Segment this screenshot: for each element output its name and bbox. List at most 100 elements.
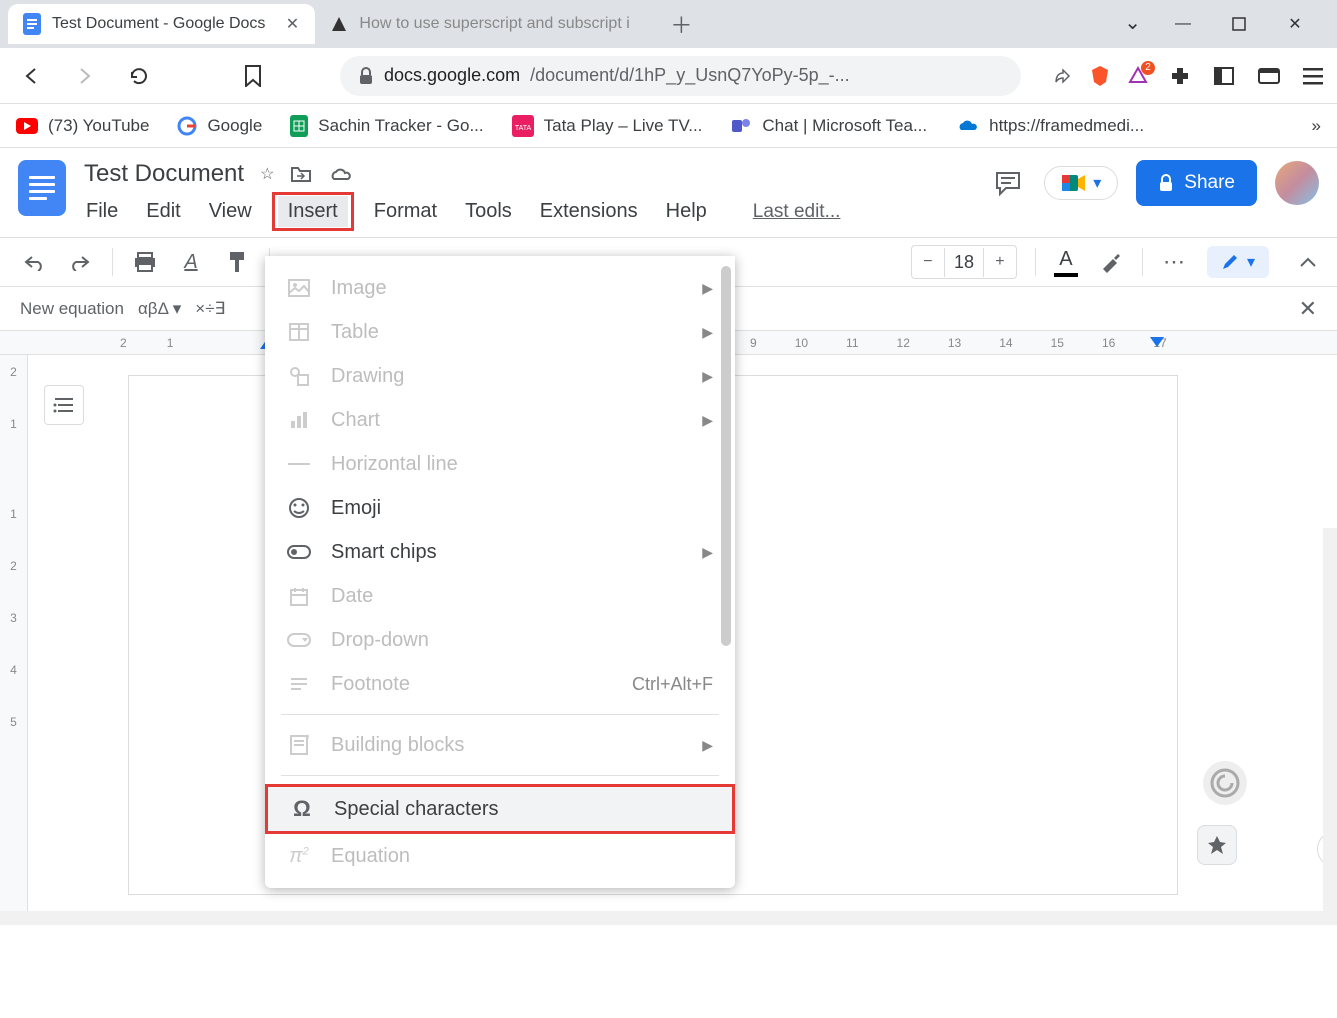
svg-text:TATA: TATA xyxy=(514,125,531,132)
menu-tools[interactable]: Tools xyxy=(463,196,514,227)
brave-shields-icon[interactable] xyxy=(1089,64,1111,88)
bookmark-onedrive[interactable]: https://framedmedi... xyxy=(955,116,1144,136)
collapse-toolbar-icon[interactable] xyxy=(1299,256,1317,268)
menu-item-special-characters[interactable]: ΩSpecial characters xyxy=(265,784,735,834)
date-icon xyxy=(287,584,311,608)
menu-item-emoji[interactable]: Emoji xyxy=(265,486,735,530)
bookmarks-overflow-icon[interactable]: » xyxy=(1312,116,1321,136)
menu-format[interactable]: Format xyxy=(372,196,439,227)
menu-view[interactable]: View xyxy=(207,196,254,227)
maximize-button[interactable] xyxy=(1225,10,1253,38)
bookmark-google[interactable]: Google xyxy=(177,116,262,136)
tab-title: How to use superscript and subscript i xyxy=(359,15,629,33)
menu-shortcut: Ctrl+Alt+F xyxy=(632,674,713,695)
browser-tab-active[interactable]: Test Document - Google Docs ✕ xyxy=(8,4,315,44)
font-size-increase[interactable]: + xyxy=(984,246,1016,278)
menu-item-label: Equation xyxy=(331,845,410,868)
chips-icon xyxy=(287,540,311,564)
menu-item-drawing: Drawing▶ xyxy=(265,354,735,398)
menu-file[interactable]: File xyxy=(84,196,120,227)
extensions-icon[interactable] xyxy=(1169,65,1191,87)
move-folder-icon[interactable] xyxy=(290,165,312,183)
browser-tab[interactable]: How to use superscript and subscript i xyxy=(315,4,655,44)
vertical-scrollbar[interactable] xyxy=(1323,528,1337,911)
submenu-arrow-icon: ▶ xyxy=(702,280,713,297)
youtube-icon xyxy=(16,118,38,134)
brave-rewards-icon[interactable]: 2 xyxy=(1127,65,1149,87)
chevron-down-icon: ▾ xyxy=(1247,252,1255,272)
menu-item-horizontal-line: Horizontal line xyxy=(265,442,735,486)
blocks-icon: + xyxy=(287,733,311,757)
bookmark-tata[interactable]: TATATata Play – Live TV... xyxy=(512,115,703,137)
forward-button[interactable] xyxy=(68,59,102,93)
share-url-icon[interactable] xyxy=(1053,66,1073,86)
footnote-icon xyxy=(287,672,311,696)
ruler-right-marker[interactable] xyxy=(1150,337,1164,347)
bookmark-icon[interactable] xyxy=(236,59,270,93)
image-icon xyxy=(287,276,311,300)
bookmark-youtube[interactable]: (73) YouTube xyxy=(16,116,149,136)
bookmark-sheets[interactable]: Sachin Tracker - Go... xyxy=(290,115,483,137)
more-toolbar-icon[interactable]: ⋯ xyxy=(1161,248,1189,276)
share-button[interactable]: Share xyxy=(1136,160,1257,206)
highlight-icon[interactable] xyxy=(1096,248,1124,276)
window-close-button[interactable]: ✕ xyxy=(1281,10,1309,38)
close-equation-bar-icon[interactable]: ✕ xyxy=(1299,296,1317,322)
greek-letters-button[interactable]: αβΔ ▾ xyxy=(138,299,181,319)
menu-item-smart-chips[interactable]: Smart chips▶ xyxy=(265,530,735,574)
new-equation-button[interactable]: New equation xyxy=(20,299,124,319)
meet-button[interactable]: ▾ xyxy=(1044,166,1118,200)
menu-separator xyxy=(281,775,719,776)
menu-item-drop-down: Drop-down xyxy=(265,618,735,662)
font-size-value[interactable]: 18 xyxy=(944,248,984,277)
minimize-button[interactable]: — xyxy=(1169,10,1197,38)
menu-item-chart: Chart▶ xyxy=(265,398,735,442)
docs-logo-icon[interactable] xyxy=(18,160,66,216)
account-avatar[interactable] xyxy=(1275,161,1319,205)
drawing-icon xyxy=(287,364,311,388)
paint-format-icon[interactable] xyxy=(223,248,251,276)
close-icon[interactable]: ✕ xyxy=(283,15,301,33)
spellcheck-icon[interactable]: A xyxy=(177,248,205,276)
editing-mode-button[interactable]: ▾ xyxy=(1207,246,1269,278)
omega-icon: Ω xyxy=(290,797,314,821)
cloud-status-icon[interactable] xyxy=(328,165,352,183)
font-size-decrease[interactable]: − xyxy=(912,246,944,278)
menu-help[interactable]: Help xyxy=(664,196,709,227)
horizontal-scrollbar[interactable] xyxy=(0,911,1337,925)
print-icon[interactable] xyxy=(131,248,159,276)
document-title[interactable]: Test Document xyxy=(84,160,244,188)
last-edit-link[interactable]: Last edit... xyxy=(753,201,841,223)
vertical-ruler[interactable]: 2112345 xyxy=(0,355,28,925)
chevron-down-icon[interactable]: ⌄ xyxy=(1124,10,1141,38)
redo-icon[interactable] xyxy=(66,248,94,276)
menu-item-date: Date xyxy=(265,574,735,618)
new-tab-button[interactable]: ＋ xyxy=(665,8,697,40)
svg-text:+: + xyxy=(306,734,309,743)
address-bar[interactable]: docs.google.com/document/d/1hP_y_UsnQ7Yo… xyxy=(340,56,1021,96)
menu-item-label: Date xyxy=(331,585,373,608)
math-ops-button[interactable]: ×÷∃ xyxy=(195,299,225,319)
menu-extensions[interactable]: Extensions xyxy=(538,196,640,227)
undo-icon[interactable] xyxy=(20,248,48,276)
reload-button[interactable] xyxy=(122,59,156,93)
menu-icon[interactable] xyxy=(1303,67,1323,85)
submenu-arrow-icon: ▶ xyxy=(702,544,713,561)
menu-insert[interactable]: Insert xyxy=(278,196,348,227)
menu-item-label: Drop-down xyxy=(331,629,429,652)
sidepanel-icon[interactable] xyxy=(1213,65,1235,87)
explore-button[interactable] xyxy=(1197,825,1237,865)
menu-edit[interactable]: Edit xyxy=(144,196,182,227)
grammarly-icon[interactable] xyxy=(1203,761,1247,805)
chevron-down-icon: ▾ xyxy=(1093,173,1101,193)
menu-item-footnote: FootnoteCtrl+Alt+F xyxy=(265,662,735,706)
menu-item-label: Horizontal line xyxy=(331,453,458,476)
outline-toggle-button[interactable] xyxy=(44,385,84,425)
back-button[interactable] xyxy=(14,59,48,93)
menu-item-label: Chart xyxy=(331,409,380,432)
text-color-button[interactable]: A xyxy=(1054,248,1078,277)
wallet-icon[interactable] xyxy=(1257,66,1281,86)
comments-icon[interactable] xyxy=(990,165,1026,201)
star-icon[interactable]: ☆ xyxy=(260,164,274,184)
bookmark-teams[interactable]: Chat | Microsoft Tea... xyxy=(730,115,927,137)
